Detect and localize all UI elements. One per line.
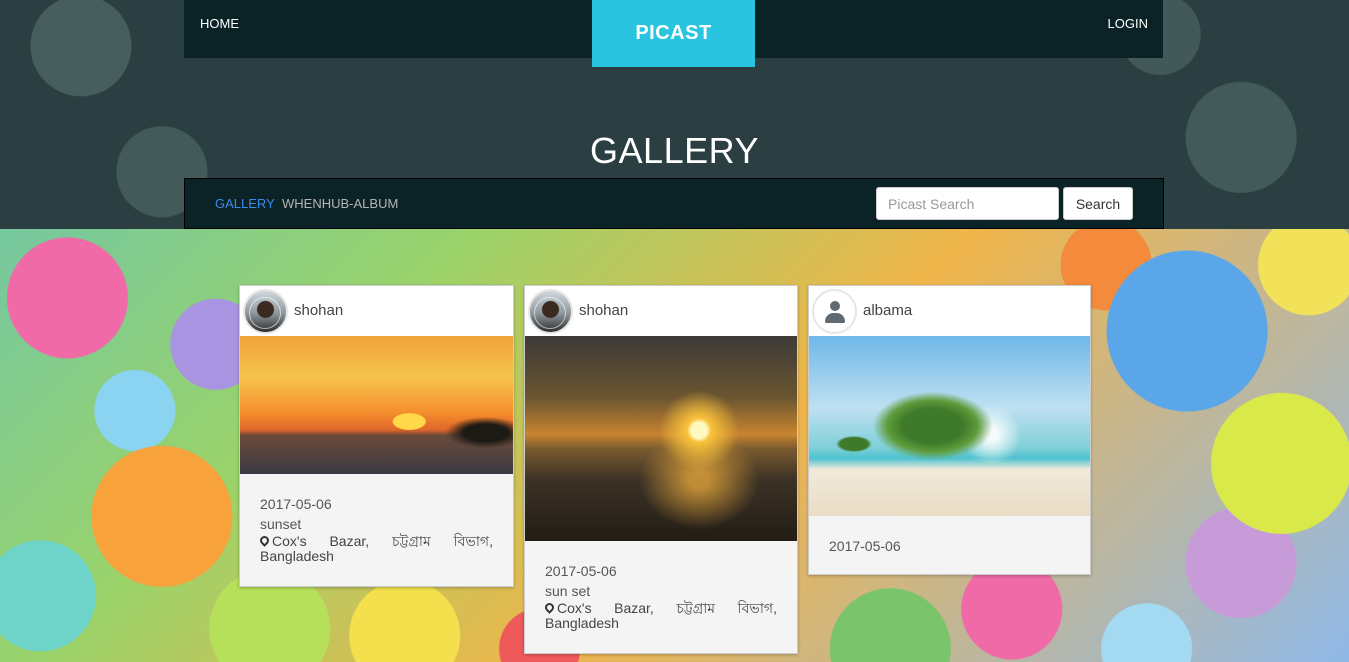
tab-whenhub-album[interactable]: WHENHUB-ALBUM [282, 196, 398, 211]
card-location-text: Cox's Bazar, চট্টগ্রাম বিভাগ, Bangladesh [545, 600, 777, 631]
card-username[interactable]: albama [863, 302, 912, 319]
nav-home-link[interactable]: HOME [200, 16, 239, 31]
card-username[interactable]: shohan [579, 302, 628, 319]
card-header: albama [809, 286, 1090, 336]
user-icon [830, 301, 840, 311]
card-body: 2017-05-06 sun set Cox's Bazar, চট্টগ্রা… [525, 541, 797, 631]
card-photo[interactable] [525, 336, 797, 541]
gallery-subnav: GALLERY WHENHUB-ALBUM Search [184, 178, 1164, 229]
page-title: GALLERY [590, 130, 759, 171]
photo-card[interactable]: shohan 2017-05-06 sun set Cox's Bazar, চ… [524, 285, 798, 654]
card-header: shohan [525, 286, 797, 336]
card-caption: sunset [260, 516, 302, 532]
card-body: 2017-05-06 sunset Cox's Bazar, চট্টগ্রাম… [240, 474, 513, 564]
user-icon-body [825, 313, 845, 323]
avatar[interactable] [243, 289, 288, 334]
map-pin-icon [258, 534, 271, 547]
nav-login-link[interactable]: LOGIN [1108, 16, 1148, 31]
search-button[interactable]: Search [1063, 187, 1133, 220]
card-date: 2017-05-06 [545, 563, 617, 579]
card-body: 2017-05-06 [809, 516, 1090, 556]
brand-logo[interactable]: PICAST [592, 0, 755, 67]
avatar[interactable] [812, 289, 857, 334]
card-username[interactable]: shohan [294, 302, 343, 319]
avatar[interactable] [528, 289, 573, 334]
search-input[interactable] [876, 187, 1059, 220]
card-location-text: Cox's Bazar, চট্টগ্রাম বিভাগ, Bangladesh [260, 533, 493, 564]
card-location: Cox's Bazar, চট্টগ্রাম বিভাগ, Bangladesh [543, 600, 777, 631]
card-date: 2017-05-06 [260, 496, 332, 512]
card-location: Cox's Bazar, চট্টগ্রাম বিভাগ, Bangladesh [258, 533, 493, 564]
card-header: shohan [240, 286, 513, 336]
tab-gallery[interactable]: GALLERY [215, 196, 275, 211]
photo-card[interactable]: shohan 2017-05-06 sunset Cox's Bazar, চট… [239, 285, 514, 587]
map-pin-icon [543, 601, 556, 614]
card-date: 2017-05-06 [829, 538, 901, 554]
card-caption: sun set [545, 583, 591, 599]
photo-card[interactable]: albama 2017-05-06 [808, 285, 1091, 575]
card-photo[interactable] [809, 336, 1090, 516]
card-photo[interactable] [240, 336, 513, 474]
